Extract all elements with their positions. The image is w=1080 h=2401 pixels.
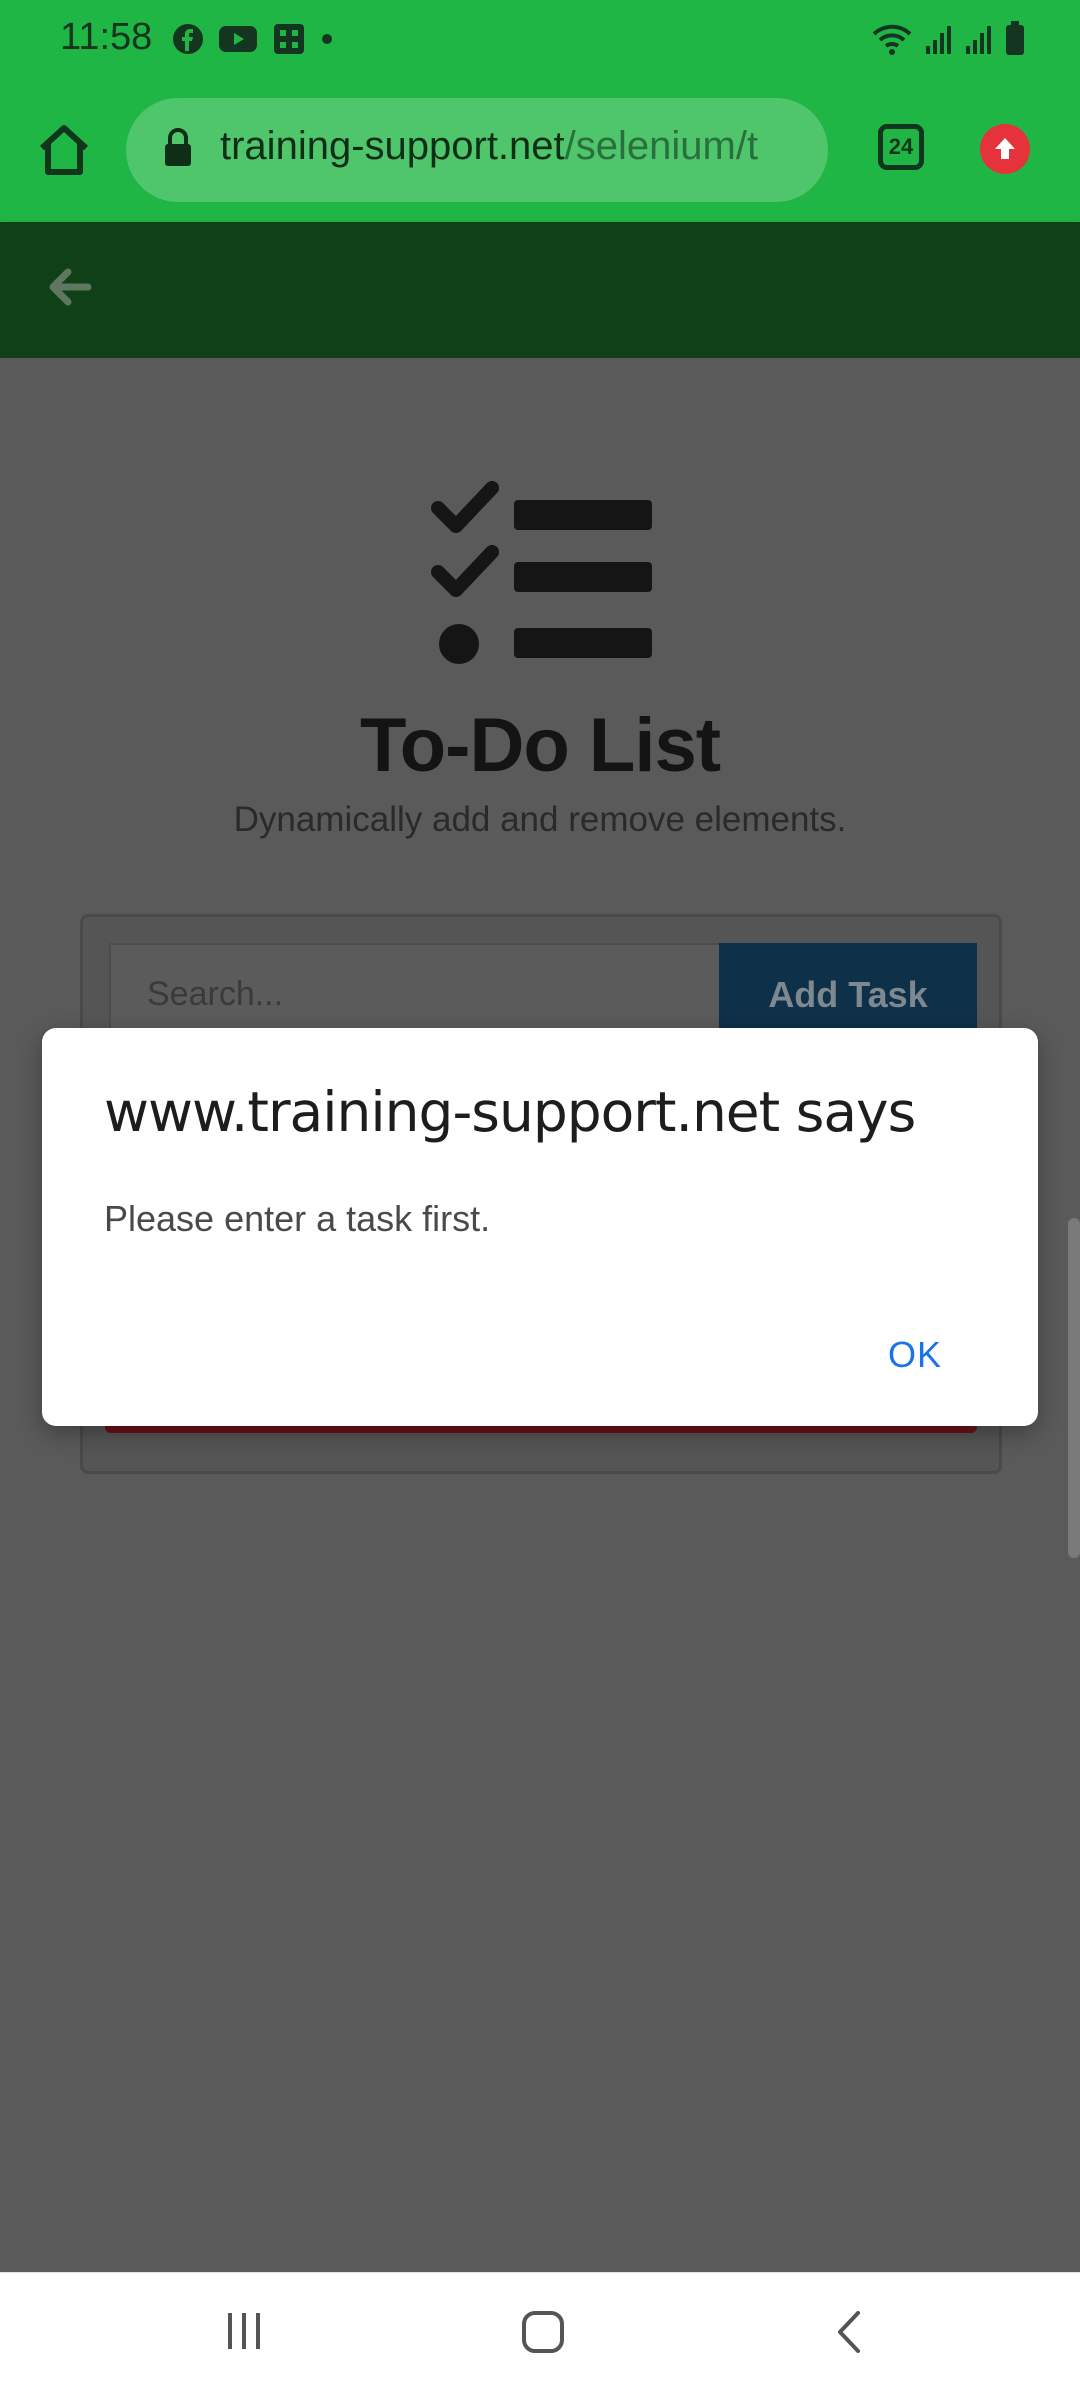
facebook-icon [172, 23, 204, 60]
dialog-message: Please enter a task first. [104, 1198, 491, 1239]
url-path: /selenium/t [564, 124, 759, 168]
page-title: To-Do List [359, 703, 721, 788]
browser-toolbar: training-support.net/selenium/t 24 [0, 80, 1080, 222]
battery-icon [1004, 20, 1026, 61]
dialog-title: www.training-support.net says [104, 1080, 916, 1144]
recent-apps-icon[interactable] [222, 2309, 266, 2358]
system-nav-bar [0, 2272, 1080, 2401]
url-domain: training-support.net [220, 124, 565, 168]
app-icon [272, 22, 306, 61]
alert-dialog: www.training-support.net says Please ent… [42, 1028, 1038, 1426]
signal-icon [964, 22, 994, 61]
back-arrow-icon[interactable] [44, 262, 94, 317]
url-text: training-support.net/selenium/t [220, 124, 820, 169]
home-icon[interactable] [520, 2309, 566, 2360]
address-bar[interactable]: training-support.net/selenium/t [126, 98, 828, 202]
arrow-up-icon [995, 138, 1015, 159]
back-icon[interactable] [830, 2309, 870, 2360]
tab-switcher-button[interactable]: 24 [878, 124, 924, 170]
status-bar: 11:58 [0, 0, 1080, 80]
wifi-icon [870, 22, 914, 61]
status-time: 11:58 [60, 16, 153, 58]
signal-icon [924, 22, 954, 61]
update-button[interactable] [980, 124, 1030, 174]
page-subtitle: Dynamically add and remove elements. [233, 800, 847, 839]
browser-home-button[interactable] [34, 120, 94, 180]
scrollbar[interactable] [1068, 1218, 1080, 1558]
ok-button[interactable]: OK [888, 1334, 942, 1376]
home-icon [39, 125, 89, 175]
page-header [0, 222, 1080, 358]
lock-icon [162, 128, 194, 173]
youtube-icon [218, 24, 258, 59]
checklist-icon [430, 480, 652, 675]
notification-dot-icon [320, 32, 334, 51]
